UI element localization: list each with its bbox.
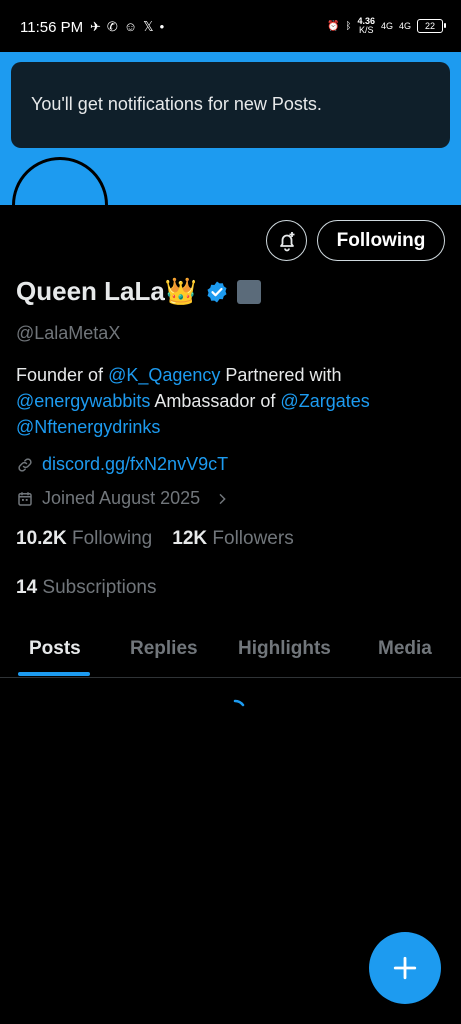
tab-media[interactable]: Media bbox=[378, 638, 432, 660]
battery-icon: 22 bbox=[417, 19, 446, 33]
subscriptions-stat[interactable]: 14 Subscriptions bbox=[16, 577, 156, 599]
status-time: 11:56 PM bbox=[20, 19, 84, 36]
compose-post-button[interactable] bbox=[369, 932, 441, 1004]
plus-icon bbox=[393, 956, 417, 980]
mention-link[interactable]: @K_Qagency bbox=[108, 365, 220, 385]
notifications-bell-button[interactable] bbox=[266, 220, 307, 261]
followers-stat[interactable]: 12K Followers bbox=[172, 528, 293, 550]
joined-date: Joined August 2025 bbox=[42, 488, 201, 508]
profile-banner[interactable]: You'll get notifications for new Posts. bbox=[0, 52, 461, 205]
active-tab-indicator bbox=[18, 672, 90, 676]
x-icon: 𝕏 bbox=[143, 19, 154, 34]
profile-tabs: Posts Replies Highlights Media bbox=[0, 622, 461, 678]
notification-icons: ✈ ✆ ☺ 𝕏 • bbox=[90, 19, 164, 35]
website-link[interactable]: discord.gg/fxN2nvV9cT bbox=[42, 454, 228, 475]
joined-row[interactable]: Joined August 2025 bbox=[16, 488, 230, 509]
mention-link[interactable]: @Zargates bbox=[280, 391, 369, 411]
net-speed: 4.36 K/S bbox=[357, 16, 375, 35]
link-icon bbox=[18, 457, 32, 472]
profile-bio: Founder of @K_Qagency Partnered with @en… bbox=[16, 362, 446, 440]
toast-text: You'll get notifications for new Posts. bbox=[31, 94, 322, 114]
bluetooth-icon: ᛒ bbox=[345, 20, 352, 32]
profile-name: Queen LaLa👑 bbox=[16, 276, 198, 306]
bio-text: Partnered with bbox=[220, 365, 342, 385]
system-icons: ⏰ ᛒ 4.36 K/S 4G 4G 22 bbox=[326, 16, 446, 35]
profile-handle: @LalaMetaX bbox=[16, 323, 121, 343]
telegram-icon: ✈ bbox=[90, 19, 101, 34]
signal-icon: 4G bbox=[380, 21, 393, 31]
snapchat-icon: ☺ bbox=[123, 19, 138, 34]
tab-highlights[interactable]: Highlights bbox=[238, 638, 331, 660]
dot-icon: • bbox=[159, 19, 165, 34]
alarm-icon: ⏰ bbox=[326, 20, 340, 32]
calendar-icon bbox=[18, 491, 32, 506]
loading-spinner-icon bbox=[233, 699, 245, 707]
mention-link[interactable]: @energywabbits bbox=[16, 391, 150, 411]
affiliate-badge-icon[interactable] bbox=[237, 279, 262, 304]
status-bar: 11:56 PM ✈ ✆ ☺ 𝕏 • ⏰ ᛒ 4.36 K/S 4G 4G 22 bbox=[0, 0, 461, 52]
notification-toast: You'll get notifications for new Posts. bbox=[11, 62, 450, 148]
whatsapp-icon: ✆ bbox=[106, 19, 118, 34]
following-button[interactable]: Following bbox=[317, 220, 445, 261]
profile-name-row: Queen LaLa👑 bbox=[16, 276, 262, 307]
following-stat[interactable]: 10.2K Following bbox=[16, 528, 152, 550]
mention-link[interactable]: @Nftenergydrinks bbox=[16, 417, 160, 437]
crown-emoji: 👑 bbox=[164, 276, 198, 306]
bio-text: Founder of bbox=[16, 365, 109, 385]
verified-badge-icon[interactable] bbox=[205, 280, 229, 304]
bio-text: Ambassador of bbox=[150, 391, 281, 411]
signal-icon: 4G bbox=[398, 21, 411, 31]
bell-plus-icon bbox=[279, 231, 294, 251]
tab-replies[interactable]: Replies bbox=[130, 638, 198, 660]
tab-posts[interactable]: Posts bbox=[29, 638, 81, 660]
follow-stats: 10.2K Following 12K Followers bbox=[16, 528, 294, 550]
website-row: discord.gg/fxN2nvV9cT bbox=[16, 454, 228, 475]
chevron-right-icon bbox=[219, 493, 226, 504]
